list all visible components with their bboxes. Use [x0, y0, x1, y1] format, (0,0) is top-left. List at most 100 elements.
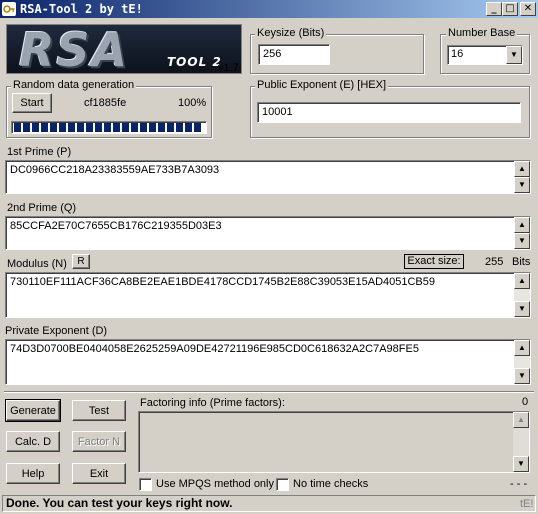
chevron-down-icon: ▼ [510, 50, 518, 59]
private-exponent-scrollbar[interactable]: ▲ ▼ [514, 340, 530, 384]
arrow-up-icon: ▲ [518, 343, 526, 352]
public-exponent-input[interactable]: 10001 [257, 102, 521, 123]
status-credit: tE! [520, 498, 534, 510]
modulus-size-unit: Bits [512, 256, 531, 268]
factoring-dashes: - - - [510, 478, 528, 490]
scroll-track[interactable] [513, 428, 529, 456]
exit-button[interactable]: Exit [72, 463, 126, 484]
arrow-down-icon: ▼ [518, 236, 526, 245]
progress-cell [176, 123, 183, 132]
factoring-count: 0 [522, 396, 529, 408]
scroll-track[interactable] [514, 356, 530, 368]
progress-cell [104, 123, 111, 132]
version-label: v1.7 [218, 62, 239, 74]
factoring-scrollbar[interactable]: ▲ ▼ [513, 412, 529, 472]
prime-q-label: 2nd Prime (Q) [7, 202, 77, 214]
modulus-scrollbar[interactable]: ▲ ▼ [514, 273, 530, 317]
number-base-label: Number Base [446, 27, 518, 39]
prime-p-label: 1st Prime (P) [7, 146, 72, 158]
test-button[interactable]: Test [72, 400, 126, 421]
close-button[interactable]: ✕ [520, 2, 536, 16]
arrow-down-icon: ▼ [518, 180, 526, 189]
prime-p-value: DC0966CC218A23383559AE733B7A3093 [10, 164, 220, 176]
status-bar: Done. You can test your keys right now. [2, 495, 536, 512]
scroll-down-button[interactable]: ▼ [514, 301, 530, 317]
modulus-label: Modulus (N) [7, 258, 67, 270]
arrow-down-icon: ▼ [518, 371, 526, 380]
progress-cell [95, 123, 102, 132]
scroll-down-button[interactable]: ▼ [514, 177, 530, 193]
progress-cell [122, 123, 129, 132]
prime-q-value: 85CCFA2E70C7655CB176C219355D03E3 [10, 220, 222, 232]
scroll-up-button[interactable]: ▲ [513, 412, 529, 428]
progress-fill [14, 123, 204, 132]
arrow-up-icon: ▲ [518, 276, 526, 285]
progress-cell [32, 123, 39, 132]
scroll-up-button[interactable]: ▲ [514, 273, 530, 289]
factor-n-button[interactable]: Factor N [72, 431, 126, 452]
scroll-up-button[interactable]: ▲ [514, 340, 530, 356]
keysize-input[interactable]: 256 [258, 44, 330, 65]
private-exponent-textarea[interactable]: 74D3D0700BE0404058E2625259A09DE42721196E… [5, 339, 531, 385]
factoring-label: Factoring info (Prime factors): [140, 397, 285, 409]
scroll-up-button[interactable]: ▲ [514, 161, 530, 177]
modulus-size-value: 255 [485, 256, 504, 268]
prime-p-scrollbar[interactable]: ▲ ▼ [514, 161, 530, 193]
calc-d-button[interactable]: Calc. D [6, 431, 60, 452]
number-base-select[interactable]: 16 ▼ [447, 45, 523, 65]
minimize-button[interactable]: _ [486, 2, 502, 16]
progress-cell [14, 123, 21, 132]
progress-cell [113, 123, 120, 132]
mpqs-checkbox[interactable] [139, 478, 152, 491]
progress-cell [59, 123, 66, 132]
progress-cell [86, 123, 93, 132]
generate-button[interactable]: Generate [5, 399, 61, 422]
help-button[interactable]: Help [6, 463, 60, 484]
progress-cell [50, 123, 57, 132]
public-exponent-label: Public Exponent (E) [HEX] [255, 79, 389, 91]
start-button[interactable]: Start [12, 93, 52, 113]
public-exponent-value: 10001 [262, 106, 293, 118]
separator [4, 391, 534, 393]
progress-cell [158, 123, 165, 132]
random-percent: 100% [178, 97, 207, 109]
scroll-up-button[interactable]: ▲ [514, 217, 530, 233]
dropdown-button[interactable]: ▼ [506, 46, 522, 64]
exact-size-button[interactable]: Exact size: [404, 254, 464, 269]
logo-sub-text: TOOL 2 [167, 55, 222, 69]
title-bar[interactable]: RSA-Tool 2 by tE! _ □ ✕ [0, 0, 538, 18]
maximize-icon: □ [505, 3, 515, 14]
arrow-down-icon: ▼ [517, 459, 525, 468]
prime-p-textarea[interactable]: DC0966CC218A23383559AE733B7A3093 ▲ ▼ [5, 160, 531, 194]
private-exponent-value: 74D3D0700BE0404058E2625259A09DE42721196E… [10, 343, 419, 355]
no-time-checks-checkbox[interactable] [276, 478, 289, 491]
mpqs-label: Use MPQS method only [156, 478, 274, 490]
keysize-label: Keysize (Bits) [255, 27, 327, 39]
random-label: Random data generation [11, 79, 137, 91]
scroll-down-button[interactable]: ▼ [514, 368, 530, 384]
scroll-down-button[interactable]: ▼ [514, 233, 530, 249]
prime-q-textarea[interactable]: 85CCFA2E70C7655CB176C219355D03E3 ▲ ▼ [5, 216, 531, 250]
modulus-textarea[interactable]: 730110EF111ACF36CA8BE2EAE1BDE4178CCD1745… [5, 272, 531, 318]
minimize-icon: _ [491, 3, 497, 14]
prime-q-scrollbar[interactable]: ▲ ▼ [514, 217, 530, 249]
close-icon: ✕ [523, 3, 533, 14]
keysize-value: 256 [263, 48, 282, 60]
maximize-button[interactable]: □ [502, 2, 518, 16]
progress-cell [131, 123, 138, 132]
progress-cell [194, 123, 201, 132]
scroll-down-button[interactable]: ▼ [513, 456, 529, 472]
app-key-icon [2, 2, 16, 16]
progress-cell [140, 123, 147, 132]
arrow-down-icon: ▼ [518, 304, 526, 313]
factoring-textarea[interactable]: ▲ ▼ [138, 411, 530, 473]
progress-cell [23, 123, 30, 132]
scroll-track[interactable] [514, 289, 530, 301]
arrow-up-icon: ▲ [517, 415, 525, 424]
progress-cell [149, 123, 156, 132]
arrow-up-icon: ▲ [518, 220, 526, 229]
r-button[interactable]: R [72, 254, 90, 269]
window-title: RSA-Tool 2 by tE! [20, 2, 143, 16]
progress-cell [68, 123, 75, 132]
private-exponent-label: Private Exponent (D) [5, 325, 108, 337]
